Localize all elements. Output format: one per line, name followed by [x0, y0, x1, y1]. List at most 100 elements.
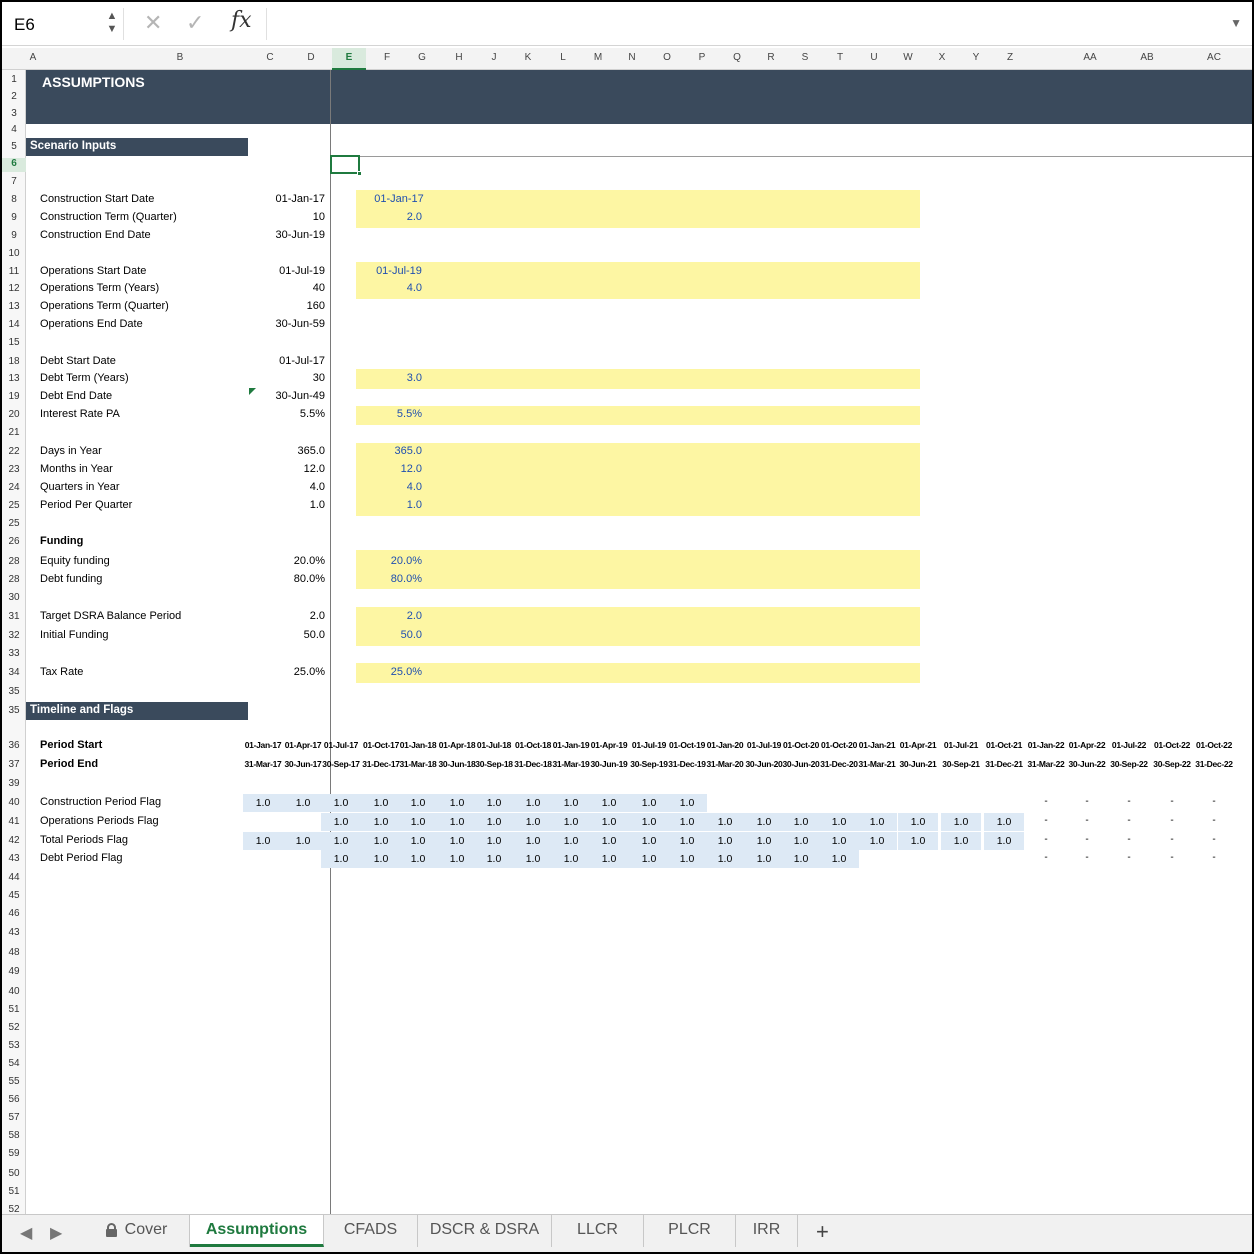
flag-cell[interactable]: 1.0 — [513, 850, 553, 868]
column-header-aa[interactable]: AA — [1083, 52, 1096, 63]
assumption-value[interactable]: 2.0 — [256, 610, 325, 622]
assumption-input[interactable]: 01-Jul-19 — [356, 265, 442, 277]
row-header[interactable]: 39 — [2, 778, 26, 792]
row-header[interactable]: 54 — [2, 1058, 26, 1072]
row-header[interactable]: 32 — [2, 630, 26, 644]
flag-cell[interactable]: 1.0 — [589, 850, 629, 868]
flag-cell[interactable]: 1.0 — [629, 813, 669, 831]
row-header[interactable]: 31 — [2, 611, 26, 625]
active-cell-selection[interactable] — [330, 155, 362, 176]
column-header-x[interactable]: X — [939, 52, 946, 63]
row-header[interactable]: 33 — [2, 648, 26, 662]
assumption-input[interactable]: 3.0 — [356, 372, 422, 384]
flag-cell[interactable]: 1.0 — [513, 813, 553, 831]
row-header[interactable]: 34 — [2, 667, 26, 681]
flag-cell[interactable]: 1.0 — [941, 813, 981, 831]
flag-cell[interactable]: 1.0 — [744, 850, 784, 868]
row-header[interactable]: 53 — [2, 1040, 26, 1054]
flag-cell[interactable]: 1.0 — [551, 832, 591, 850]
function-icon[interactable]: fx — [231, 8, 252, 33]
flag-cell[interactable]: 1.0 — [321, 850, 361, 868]
row-header[interactable]: 35 — [2, 686, 26, 700]
flag-cell[interactable]: 1.0 — [283, 794, 323, 812]
flag-cell[interactable]: 1.0 — [243, 832, 283, 850]
flag-cell[interactable]: 1.0 — [667, 794, 707, 812]
row-header[interactable]: 4 — [2, 124, 26, 138]
flag-cell[interactable]: 1.0 — [243, 794, 283, 812]
flag-cell[interactable]: 1.0 — [781, 832, 821, 850]
assumption-value[interactable]: 160 — [256, 300, 325, 312]
flag-cell[interactable]: 1.0 — [361, 832, 401, 850]
assumption-input[interactable]: 1.0 — [356, 499, 422, 511]
assumption-value[interactable]: 12.0 — [256, 463, 325, 475]
row-header[interactable]: 15 — [2, 337, 26, 351]
tab-label[interactable]: LLCR — [577, 1221, 618, 1238]
flag-cell[interactable]: 1.0 — [705, 850, 745, 868]
name-box-spinner-icon[interactable]: ▲ ▼ — [105, 10, 119, 38]
flag-cell[interactable]: 1.0 — [513, 832, 553, 850]
assumption-value[interactable]: 5.5% — [256, 408, 325, 420]
column-header-l[interactable]: L — [560, 52, 566, 63]
flag-cell[interactable]: 1.0 — [398, 813, 438, 831]
row-header[interactable]: 41 — [2, 816, 26, 830]
sheet-grid[interactable]: ASSUMPTIONS Scenario Inputs Timeline and… — [26, 70, 1252, 1214]
flag-cell[interactable]: 1.0 — [857, 813, 897, 831]
flag-cell[interactable]: 1.0 — [321, 813, 361, 831]
row-header[interactable]: 25 — [2, 500, 26, 514]
flag-cell[interactable]: 1.0 — [667, 832, 707, 850]
flag-cell[interactable]: 1.0 — [857, 832, 897, 850]
assumption-value[interactable]: 30-Jun-19 — [256, 229, 325, 241]
flag-cell[interactable]: 1.0 — [744, 832, 784, 850]
assumption-value[interactable]: 4.0 — [256, 481, 325, 493]
flag-cell[interactable]: 1.0 — [474, 813, 514, 831]
assumption-value[interactable]: 01-Jul-17 — [256, 355, 325, 367]
assumption-input[interactable]: 365.0 — [356, 445, 422, 457]
row-header[interactable]: 35 — [2, 705, 26, 719]
row-header[interactable]: 21 — [2, 427, 26, 441]
flag-cell[interactable]: 1.0 — [437, 813, 477, 831]
name-box-value[interactable]: E6 — [14, 15, 35, 35]
tab-label[interactable]: PLCR — [668, 1221, 711, 1238]
assumption-input[interactable]: 2.0 — [356, 211, 422, 223]
flag-cell[interactable]: 1.0 — [744, 813, 784, 831]
row-header[interactable]: 2 — [2, 91, 26, 105]
row-header[interactable]: 40 — [2, 797, 26, 811]
tab-label[interactable]: DSCR & DSRA — [430, 1221, 539, 1238]
flag-cell[interactable]: 1.0 — [781, 813, 821, 831]
flag-cell[interactable]: 1.0 — [398, 850, 438, 868]
column-header-c[interactable]: C — [266, 52, 273, 63]
column-header-n[interactable]: N — [628, 52, 635, 63]
cell-error-indicator-icon[interactable] — [249, 388, 256, 395]
row-header[interactable]: 45 — [2, 890, 26, 904]
flag-cell[interactable]: 1.0 — [984, 832, 1024, 850]
assumption-input[interactable]: 4.0 — [356, 481, 422, 493]
flag-cell[interactable]: 1.0 — [474, 794, 514, 812]
row-header[interactable]: 57 — [2, 1112, 26, 1126]
flag-cell[interactable]: 1.0 — [321, 794, 361, 812]
column-header-y[interactable]: Y — [973, 52, 980, 63]
assumption-input[interactable]: 12.0 — [356, 463, 422, 475]
row-header[interactable]: 28 — [2, 556, 26, 570]
flag-cell[interactable]: 1.0 — [629, 794, 669, 812]
row-header[interactable]: 1 — [2, 74, 26, 88]
column-header-z[interactable]: Z — [1007, 52, 1013, 63]
flag-cell[interactable]: 1.0 — [589, 794, 629, 812]
assumption-input[interactable]: 2.0 — [356, 610, 422, 622]
assumption-value[interactable]: 30 — [256, 372, 325, 384]
row-header[interactable]: 23 — [2, 464, 26, 478]
row-header[interactable]: 50 — [2, 1168, 26, 1182]
tab-scroll-left-icon[interactable]: ◀ — [20, 1223, 32, 1243]
flag-cell[interactable]: 1.0 — [705, 813, 745, 831]
row-header[interactable]: 14 — [2, 319, 26, 333]
flag-cell[interactable]: 1.0 — [984, 813, 1024, 831]
tab-label[interactable]: CFADS — [344, 1221, 397, 1238]
row-header[interactable]: 13 — [2, 373, 26, 387]
assumption-value[interactable]: 01-Jan-17 — [256, 193, 325, 205]
column-header-f[interactable]: F — [384, 52, 390, 63]
row-header[interactable]: 11 — [2, 266, 26, 280]
assumption-value[interactable]: 50.0 — [256, 629, 325, 641]
confirm-icon[interactable]: ✓ — [186, 10, 204, 36]
column-header-m[interactable]: M — [594, 52, 602, 63]
flag-cell[interactable]: 1.0 — [437, 794, 477, 812]
tab-scroll-right-icon[interactable]: ▶ — [50, 1223, 62, 1243]
